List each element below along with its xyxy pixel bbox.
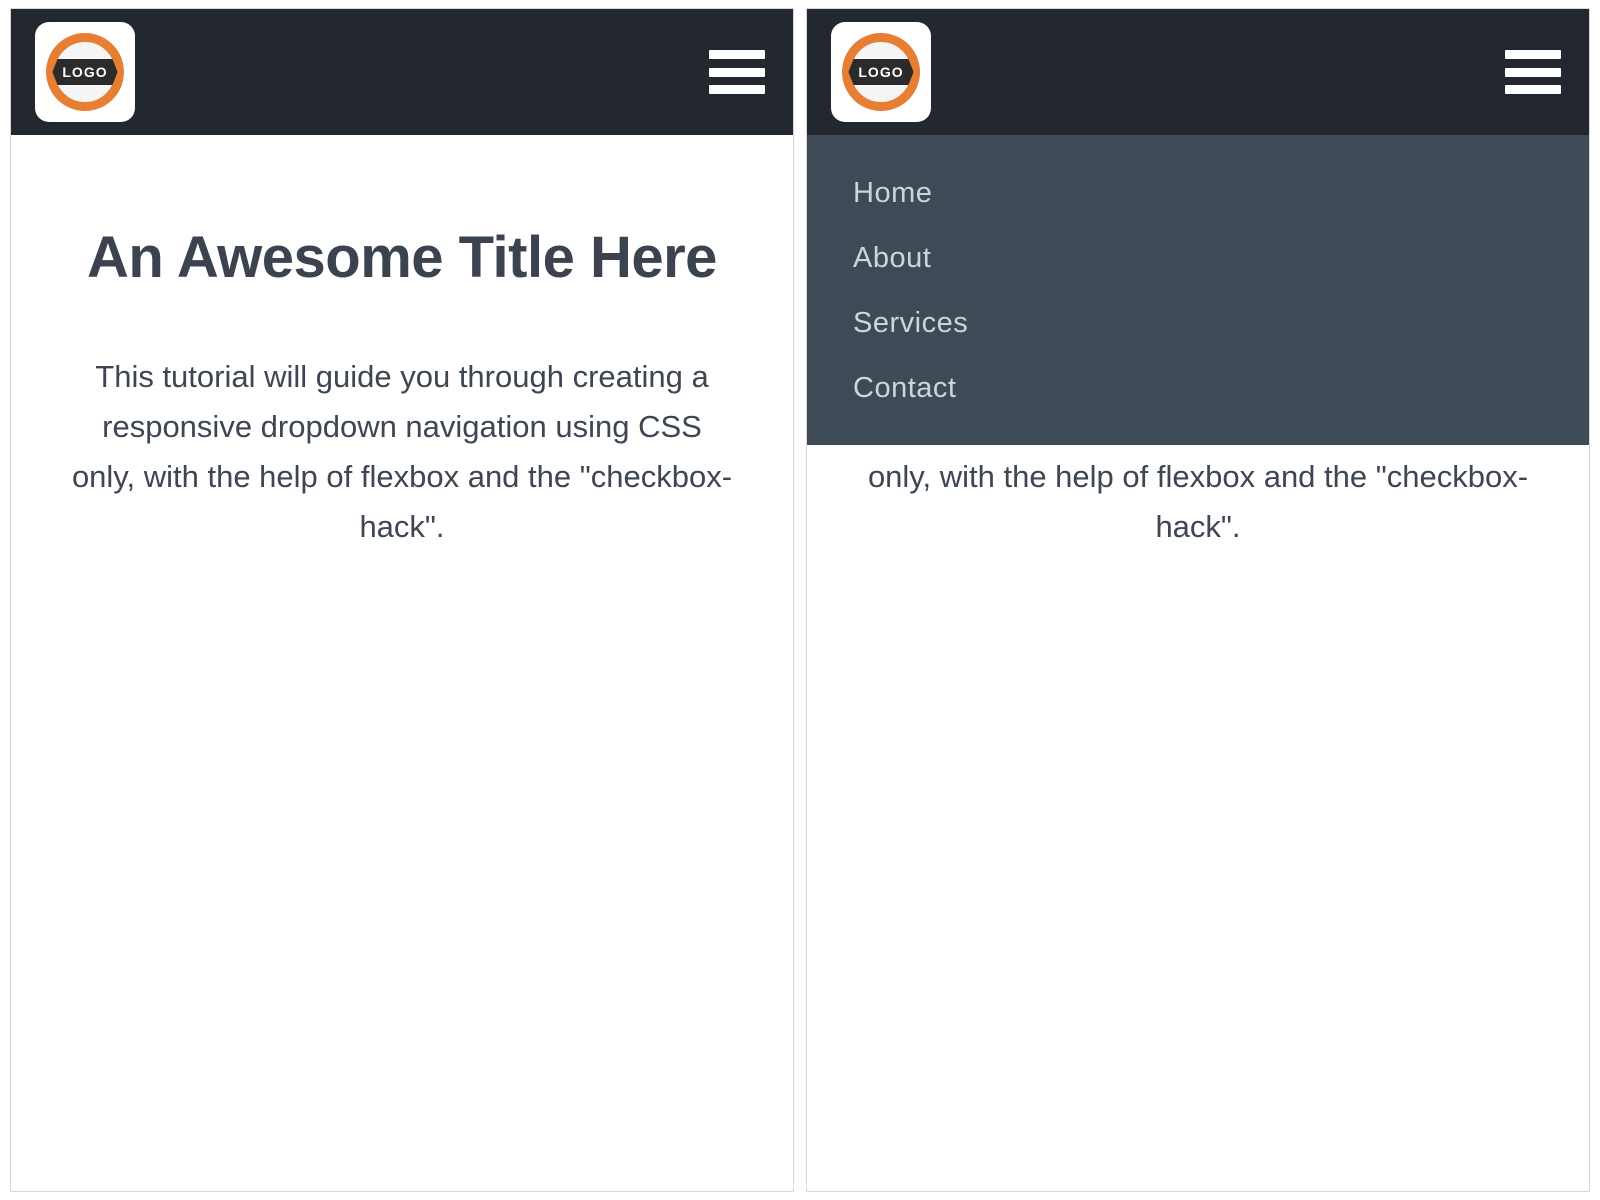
- logo-text: LOGO: [52, 59, 117, 85]
- logo-badge-icon: LOGO: [840, 31, 922, 113]
- dropdown-menu: Home About Services Contact: [807, 135, 1589, 445]
- navbar: LOGO: [11, 9, 793, 135]
- page-description: This tutorial will guide you through cre…: [59, 352, 745, 553]
- nav-item-services[interactable]: Services: [807, 291, 1589, 356]
- nav-item-contact[interactable]: Contact: [807, 356, 1589, 421]
- hamburger-menu-icon[interactable]: [709, 50, 765, 94]
- hamburger-menu-icon[interactable]: [1505, 50, 1561, 94]
- page-title: An Awesome Title Here: [59, 225, 745, 292]
- main-content: An Awesome Title Here This tutorial will…: [11, 135, 793, 553]
- mobile-mockup-closed: LOGO An Awesome Title Here This tutorial…: [10, 8, 794, 1192]
- navbar: LOGO: [807, 9, 1589, 135]
- logo-text: LOGO: [848, 59, 913, 85]
- logo[interactable]: LOGO: [35, 22, 135, 122]
- logo[interactable]: LOGO: [831, 22, 931, 122]
- logo-badge-icon: LOGO: [44, 31, 126, 113]
- nav-item-about[interactable]: About: [807, 226, 1589, 291]
- mobile-mockup-open: LOGO An Awesome Title Here This tutorial…: [806, 8, 1590, 1192]
- nav-item-home[interactable]: Home: [807, 161, 1589, 226]
